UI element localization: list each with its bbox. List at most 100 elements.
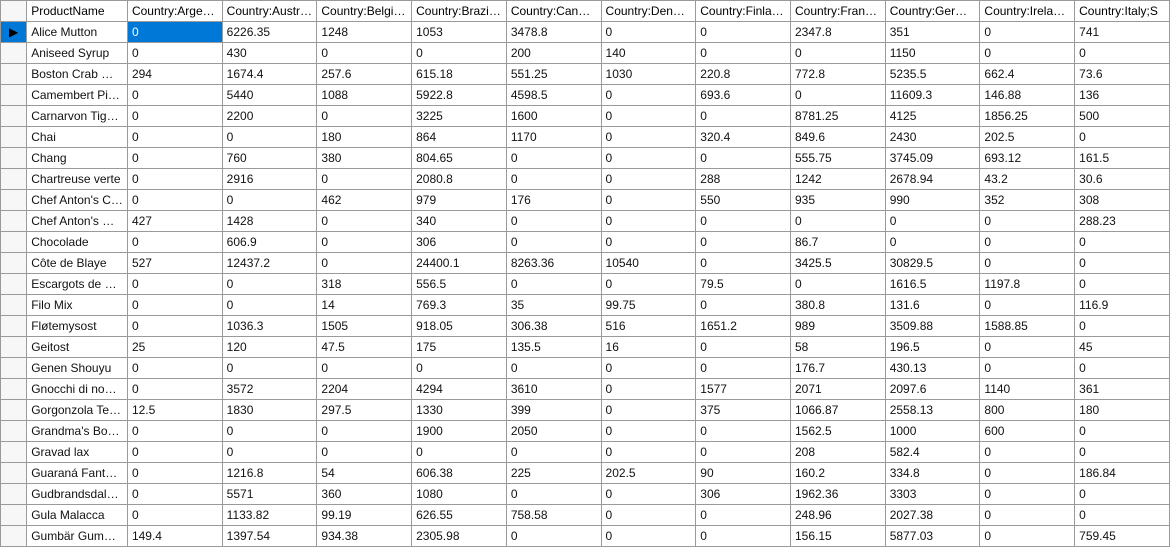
cell-product-name[interactable]: Chocolade xyxy=(27,232,128,253)
cell-value[interactable]: 555.75 xyxy=(790,148,885,169)
cell-value[interactable]: 1674.4 xyxy=(222,64,317,85)
cell-product-name[interactable]: Guaraná Fantásti... xyxy=(27,463,128,484)
row-indicator[interactable] xyxy=(1,274,27,295)
cell-value[interactable]: 741 xyxy=(1075,22,1170,43)
table-row[interactable]: Côte de Blaye52712437.2024400.18263.3610… xyxy=(1,253,1170,274)
cell-value[interactable]: 1562.5 xyxy=(790,421,885,442)
cell-value[interactable]: 1030 xyxy=(601,64,696,85)
cell-value[interactable]: 5440 xyxy=(222,85,317,106)
row-indicator[interactable] xyxy=(1,232,27,253)
cell-value[interactable]: 0 xyxy=(412,358,507,379)
cell-value[interactable]: 156.15 xyxy=(790,526,885,547)
cell-value[interactable]: 0 xyxy=(980,295,1075,316)
cell-value[interactable]: 769.3 xyxy=(412,295,507,316)
cell-value[interactable]: 0 xyxy=(127,232,222,253)
row-indicator[interactable] xyxy=(1,127,27,148)
cell-value[interactable]: 0 xyxy=(127,484,222,505)
cell-value[interactable]: 1248 xyxy=(317,22,412,43)
cell-value[interactable]: 0 xyxy=(696,526,791,547)
row-indicator[interactable] xyxy=(1,463,27,484)
cell-value[interactable]: 0 xyxy=(696,106,791,127)
cell-value[interactable]: 257.6 xyxy=(317,64,412,85)
cell-value[interactable]: 360 xyxy=(317,484,412,505)
cell-value[interactable]: 0 xyxy=(1075,127,1170,148)
cell-value[interactable]: 2678.94 xyxy=(885,169,980,190)
cell-value[interactable]: 0 xyxy=(601,400,696,421)
cell-value[interactable]: 0 xyxy=(222,421,317,442)
cell-value[interactable]: 2305.98 xyxy=(412,526,507,547)
cell-value[interactable]: 180 xyxy=(1075,400,1170,421)
table-row[interactable]: Escargots de Bo...00318556.50079.501616.… xyxy=(1,274,1170,295)
cell-value[interactable]: 1330 xyxy=(412,400,507,421)
cell-product-name[interactable]: Chartreuse verte xyxy=(27,169,128,190)
cell-product-name[interactable]: Genen Shouyu xyxy=(27,358,128,379)
cell-value[interactable]: 0 xyxy=(1075,232,1170,253)
column-header-country[interactable]: Country:Belgium;Sa xyxy=(317,1,412,22)
cell-value[interactable]: 380.8 xyxy=(790,295,885,316)
cell-value[interactable]: 340 xyxy=(412,211,507,232)
cell-value[interactable]: 3425.5 xyxy=(790,253,885,274)
cell-value[interactable]: 30.6 xyxy=(1075,169,1170,190)
cell-value[interactable]: 550 xyxy=(696,190,791,211)
cell-value[interactable]: 1651.2 xyxy=(696,316,791,337)
cell-value[interactable]: 0 xyxy=(980,232,1075,253)
column-header-country[interactable]: Country:Ireland;Sal xyxy=(980,1,1075,22)
row-indicator[interactable]: ▶ xyxy=(1,22,27,43)
row-indicator[interactable] xyxy=(1,85,27,106)
cell-value[interactable]: 760 xyxy=(222,148,317,169)
cell-value[interactable]: 0 xyxy=(601,484,696,505)
cell-value[interactable]: 0 xyxy=(980,358,1075,379)
cell-value[interactable]: 0 xyxy=(601,127,696,148)
cell-value[interactable]: 0 xyxy=(317,442,412,463)
cell-value[interactable]: 0 xyxy=(506,484,601,505)
column-header-product[interactable]: ProductName xyxy=(27,1,128,22)
cell-value[interactable]: 0 xyxy=(127,274,222,295)
cell-value[interactable]: 25 xyxy=(127,337,222,358)
cell-value[interactable]: 306 xyxy=(696,484,791,505)
cell-value[interactable]: 12.5 xyxy=(127,400,222,421)
cell-value[interactable]: 200 xyxy=(506,43,601,64)
cell-value[interactable]: 294 xyxy=(127,64,222,85)
cell-value[interactable]: 0 xyxy=(506,232,601,253)
column-header-country[interactable]: Country:Argentina;S xyxy=(127,1,222,22)
cell-value[interactable]: 0 xyxy=(601,274,696,295)
cell-value[interactable]: 1600 xyxy=(506,106,601,127)
cell-value[interactable]: 0 xyxy=(696,337,791,358)
row-indicator[interactable] xyxy=(1,148,27,169)
cell-value[interactable]: 0 xyxy=(696,148,791,169)
cell-value[interactable]: 161.5 xyxy=(1075,148,1170,169)
row-header-corner[interactable] xyxy=(1,1,27,22)
cell-value[interactable]: 175 xyxy=(412,337,507,358)
cell-value[interactable]: 120 xyxy=(222,337,317,358)
cell-value[interactable]: 8781.25 xyxy=(790,106,885,127)
cell-value[interactable]: 0 xyxy=(127,463,222,484)
cell-value[interactable]: 0 xyxy=(127,85,222,106)
cell-value[interactable]: 12437.2 xyxy=(222,253,317,274)
cell-value[interactable]: 1216.8 xyxy=(222,463,317,484)
cell-product-name[interactable]: Escargots de Bo... xyxy=(27,274,128,295)
cell-value[interactable]: 2558.13 xyxy=(885,400,980,421)
row-indicator[interactable] xyxy=(1,43,27,64)
cell-value[interactable]: 527 xyxy=(127,253,222,274)
cell-product-name[interactable]: Chef Anton's Gu... xyxy=(27,211,128,232)
cell-value[interactable]: 2430 xyxy=(885,127,980,148)
cell-value[interactable]: 202.5 xyxy=(601,463,696,484)
cell-value[interactable]: 516 xyxy=(601,316,696,337)
cell-product-name[interactable]: Gnocchi di nonn... xyxy=(27,379,128,400)
cell-value[interactable]: 1505 xyxy=(317,316,412,337)
row-indicator[interactable] xyxy=(1,526,27,547)
cell-value[interactable]: 0 xyxy=(222,190,317,211)
row-indicator[interactable] xyxy=(1,442,27,463)
cell-value[interactable]: 186.84 xyxy=(1075,463,1170,484)
cell-value[interactable]: 54 xyxy=(317,463,412,484)
cell-value[interactable]: 0 xyxy=(317,358,412,379)
cell-value[interactable]: 2916 xyxy=(222,169,317,190)
cell-value[interactable]: 180 xyxy=(317,127,412,148)
cell-product-name[interactable]: Fløtemysost xyxy=(27,316,128,337)
cell-value[interactable]: 176 xyxy=(506,190,601,211)
cell-value[interactable]: 5877.03 xyxy=(885,526,980,547)
cell-value[interactable]: 0 xyxy=(601,211,696,232)
cell-value[interactable]: 979 xyxy=(412,190,507,211)
cell-value[interactable]: 5235.5 xyxy=(885,64,980,85)
cell-value[interactable]: 462 xyxy=(317,190,412,211)
